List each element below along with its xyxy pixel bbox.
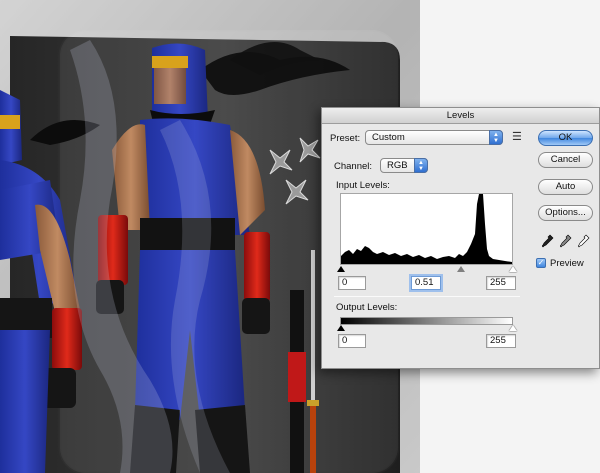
output-white-slider[interactable] xyxy=(509,325,517,331)
eyedropper-black-icon[interactable] xyxy=(542,234,554,248)
updown-arrows-icon: ▲ ▼ xyxy=(489,130,503,145)
input-white-slider[interactable] xyxy=(509,266,517,272)
histogram xyxy=(340,193,513,265)
cancel-button[interactable]: Cancel xyxy=(538,152,593,168)
input-gamma-field[interactable]: 0.51 xyxy=(411,276,441,290)
input-levels-label: Input Levels: xyxy=(336,180,390,191)
eyedropper-gray-icon[interactable] xyxy=(560,234,572,248)
divider xyxy=(334,296,520,297)
preview-label: Preview xyxy=(550,258,584,269)
list-icon[interactable]: ☰ xyxy=(512,130,522,143)
input-gamma-slider[interactable] xyxy=(457,266,465,272)
preset-select[interactable]: Custom ▲ ▼ xyxy=(365,130,503,145)
channel-select[interactable]: RGB ▲ ▼ xyxy=(380,158,428,173)
output-black-slider[interactable] xyxy=(337,325,345,331)
updown-arrows-icon: ▲ ▼ xyxy=(414,158,428,173)
levels-dialog: Levels Preset: Custom ▲ ▼ ☰ Channel: RGB … xyxy=(321,107,600,369)
output-levels-label: Output Levels: xyxy=(336,302,398,313)
output-gradient xyxy=(340,317,513,325)
eyedropper-white-icon[interactable] xyxy=(578,234,590,248)
ok-button[interactable]: OK xyxy=(538,130,593,146)
histogram-graph xyxy=(341,194,512,264)
input-black-field[interactable]: 0 xyxy=(338,276,366,290)
channel-value: RGB xyxy=(387,160,408,171)
auto-button[interactable]: Auto xyxy=(538,179,593,195)
output-white-field[interactable]: 255 xyxy=(486,334,516,348)
preset-value: Custom xyxy=(372,132,405,143)
channel-label: Channel: xyxy=(334,161,373,172)
input-white-field[interactable]: 255 xyxy=(486,276,516,290)
input-black-slider[interactable] xyxy=(337,266,345,272)
preview-checkbox[interactable]: ✓ xyxy=(536,258,546,268)
output-black-field[interactable]: 0 xyxy=(338,334,366,348)
dialog-title: Levels xyxy=(322,108,599,124)
options-button[interactable]: Options... xyxy=(538,205,593,221)
preset-label: Preset: xyxy=(330,133,361,144)
